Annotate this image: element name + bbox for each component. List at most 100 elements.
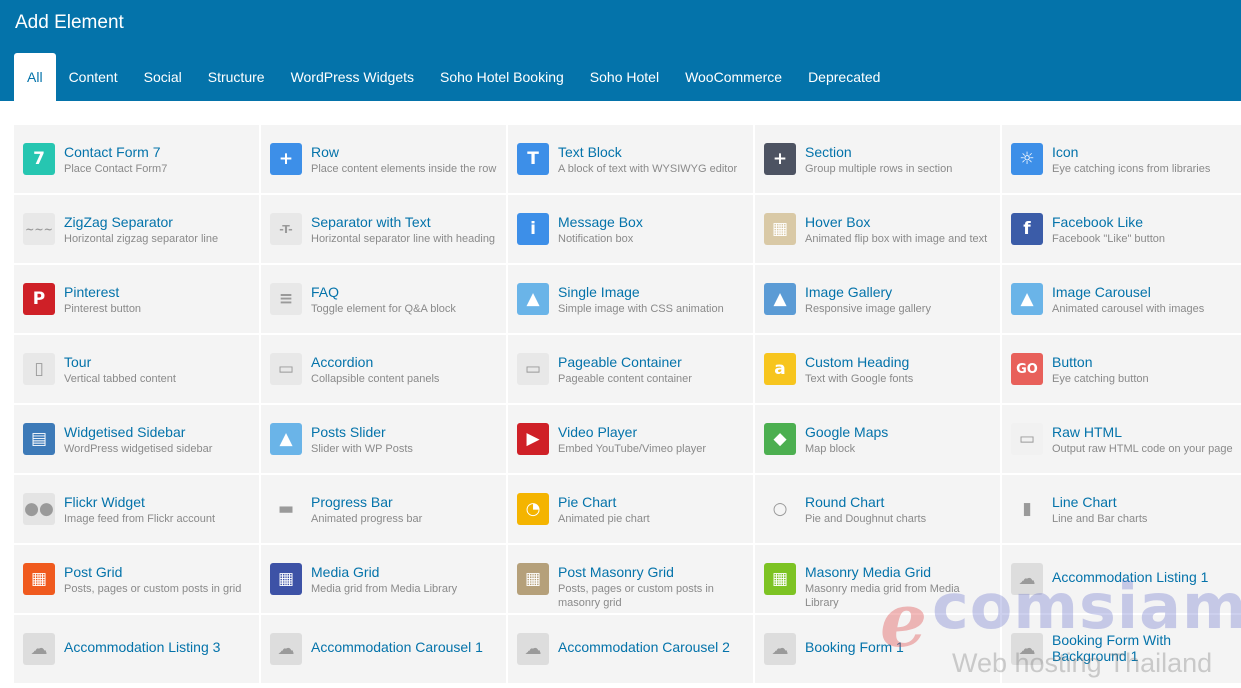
- tab-wordpress-widgets[interactable]: WordPress Widgets: [278, 53, 427, 101]
- element-name: Masonry Media Grid: [805, 564, 932, 580]
- element-video-player[interactable]: ▶ Video Player Embed YouTube/Vimeo player: [508, 405, 753, 473]
- element-description: Posts, pages or custom posts in grid: [64, 583, 242, 595]
- element-name: Round Chart: [805, 494, 885, 510]
- element-media-grid[interactable]: ▦ Media Grid Media grid from Media Library: [261, 545, 506, 613]
- element-widgetised-sidebar[interactable]: ▤ Widgetised Sidebar WordPress widgetised …: [14, 405, 259, 473]
- element-accommodation-carousel-1[interactable]: ☁ Accommodation Carousel 1: [261, 615, 506, 683]
- element-name: Flickr Widget: [64, 494, 145, 510]
- dialog-title: Add Element: [15, 12, 124, 33]
- element-posts-slider[interactable]: ▲ Posts Slider Slider with WP Posts: [261, 405, 506, 473]
- element-name: Section: [805, 144, 852, 160]
- element-text: Message Box Notification box: [558, 214, 749, 246]
- contact-form-icon: 7: [23, 143, 55, 175]
- element-booking-form-1[interactable]: ☁ Booking Form 1: [755, 615, 1000, 683]
- custom-heading-icon: a: [764, 353, 796, 385]
- pinterest-icon: P: [23, 283, 55, 315]
- widgetised-sidebar-icon: ▤: [23, 423, 55, 455]
- element-text: Booking Form 1: [805, 639, 996, 655]
- element-name: Booking Form With Background 1: [1052, 632, 1172, 664]
- element-text-block[interactable]: T Text Block A block of text with WYSIWYG …: [508, 125, 753, 193]
- element-single-image[interactable]: ▲ Single Image Simple image with CSS anima…: [508, 265, 753, 333]
- element-text: Video Player Embed YouTube/Vimeo player: [558, 424, 749, 456]
- post-grid-icon: ▦: [23, 563, 55, 595]
- element-raw-html[interactable]: ▭ Raw HTML Output raw HTML code on your pa…: [1002, 405, 1241, 473]
- cloud-icon: ☁: [270, 633, 302, 665]
- element-accommodation-listing-1[interactable]: ☁ Accommodation Listing 1: [1002, 545, 1241, 613]
- element-pageable-container[interactable]: ▭ Pageable Container Pageable content cont…: [508, 335, 753, 403]
- element-description: Eye catching icons from libraries: [1052, 163, 1211, 175]
- element-name: FAQ: [311, 284, 340, 300]
- element-button[interactable]: GO Button Eye catching button: [1002, 335, 1241, 403]
- element-text: Section Group multiple rows in section: [805, 144, 996, 176]
- element-facebook-like[interactable]: f Facebook Like Facebook "Like" button: [1002, 195, 1241, 263]
- element-icon[interactable]: ☼ Icon Eye catching icons from libraries: [1002, 125, 1241, 193]
- element-description: Output raw HTML code on your page: [1052, 443, 1233, 455]
- element-accordion[interactable]: ▭ Accordion Collapsible content panels: [261, 335, 506, 403]
- element-description: Place Contact Form7: [64, 163, 168, 175]
- element-description: Toggle element for Q&A block: [311, 303, 456, 315]
- tab-woocommerce[interactable]: WooCommerce: [672, 53, 795, 101]
- element-description: Line and Bar charts: [1052, 513, 1148, 525]
- element-accommodation-carousel-2[interactable]: ☁ Accommodation Carousel 2: [508, 615, 753, 683]
- element-post-masonry-grid[interactable]: ▦ Post Masonry Grid Posts, pages or custom…: [508, 545, 753, 613]
- tab-structure[interactable]: Structure: [195, 53, 278, 101]
- element-name: Pageable Container: [558, 354, 682, 370]
- element-text: Accommodation Listing 1: [1052, 569, 1241, 585]
- element-pinterest[interactable]: P Pinterest Pinterest button: [14, 265, 259, 333]
- element-name: Hover Box: [805, 214, 871, 230]
- element-round-chart[interactable]: ○ Round Chart Pie and Doughnut charts: [755, 475, 1000, 543]
- cloud-icon: ☁: [764, 633, 796, 665]
- element-image-gallery[interactable]: ▲ Image Gallery Responsive image gallery: [755, 265, 1000, 333]
- element-masonry-media-grid[interactable]: ▦ Masonry Media Grid Masonry media grid fr…: [755, 545, 1000, 613]
- element-text: Post Masonry Grid Posts, pages or custom …: [558, 564, 749, 610]
- element-name: Pinterest: [64, 284, 120, 300]
- element-description: Horizontal zigzag separator line: [64, 233, 219, 245]
- element-row[interactable]: + Row Place content elements inside the ro…: [261, 125, 506, 193]
- tab-all[interactable]: All: [14, 53, 56, 101]
- element-text: Round Chart Pie and Doughnut charts: [805, 494, 996, 526]
- element-google-maps[interactable]: ◆ Google Maps Map block: [755, 405, 1000, 473]
- element-name: Google Maps: [805, 424, 889, 440]
- element-separator-with-text[interactable]: -T- Separator with Text Horizontal separat…: [261, 195, 506, 263]
- element-description: WordPress widgetised sidebar: [64, 443, 213, 455]
- element-name: Text Block: [558, 144, 622, 160]
- element-line-chart[interactable]: ▮ Line Chart Line and Bar charts: [1002, 475, 1241, 543]
- message-box-icon: i: [517, 213, 549, 245]
- facebook-icon: f: [1011, 213, 1043, 245]
- tab-social[interactable]: Social: [131, 53, 195, 101]
- element-text: ZigZag Separator Horizontal zigzag separa…: [64, 214, 255, 246]
- element-name: Accommodation Listing 3: [64, 639, 221, 655]
- element-image-carousel[interactable]: ▲ Image Carousel Animated carousel with im…: [1002, 265, 1241, 333]
- element-zigzag-separator[interactable]: ~~~ ZigZag Separator Horizontal zigzag sep…: [14, 195, 259, 263]
- element-description: Pinterest button: [64, 303, 142, 315]
- element-message-box[interactable]: i Message Box Notification box: [508, 195, 753, 263]
- tab-content[interactable]: Content: [56, 53, 131, 101]
- element-hover-box[interactable]: ▦ Hover Box Animated flip box with image a…: [755, 195, 1000, 263]
- tab-soho-hotel-booking[interactable]: Soho Hotel Booking: [427, 53, 577, 101]
- element-custom-heading[interactable]: a Custom Heading Text with Google fonts: [755, 335, 1000, 403]
- tab-deprecated[interactable]: Deprecated: [795, 53, 893, 101]
- element-description: Animated progress bar: [311, 513, 423, 525]
- accordion-icon: ▭: [270, 353, 302, 385]
- element-pie-chart[interactable]: ◔ Pie Chart Animated pie chart: [508, 475, 753, 543]
- element-flickr-widget[interactable]: ●● Flickr Widget Image feed from Flickr ac…: [14, 475, 259, 543]
- line-chart-icon: ▮: [1011, 493, 1043, 525]
- image-gallery-icon: ▲: [764, 283, 796, 315]
- tab-soho-hotel[interactable]: Soho Hotel: [577, 53, 672, 101]
- button-icon: GO: [1011, 353, 1043, 385]
- post-masonry-grid-icon: ▦: [517, 563, 549, 595]
- element-text: Post Grid Posts, pages or custom posts in…: [64, 564, 255, 596]
- element-tour[interactable]: ▯ Tour Vertical tabbed content: [14, 335, 259, 403]
- element-section[interactable]: + Section Group multiple rows in section: [755, 125, 1000, 193]
- element-faq[interactable]: ≡ FAQ Toggle element for Q&A block: [261, 265, 506, 333]
- element-text: Pageable Container Pageable content conta…: [558, 354, 749, 386]
- element-accommodation-listing-3[interactable]: ☁ Accommodation Listing 3: [14, 615, 259, 683]
- element-description: Responsive image gallery: [805, 303, 931, 315]
- element-post-grid[interactable]: ▦ Post Grid Posts, pages or custom posts i…: [14, 545, 259, 613]
- posts-slider-icon: ▲: [270, 423, 302, 455]
- element-progress-bar[interactable]: ▬ Progress Bar Animated progress bar: [261, 475, 506, 543]
- element-name: Image Carousel: [1052, 284, 1151, 300]
- element-booking-form-with-background-1[interactable]: ☁ Booking Form With Background 1: [1002, 615, 1241, 683]
- tour-icon: ▯: [23, 353, 55, 385]
- element-contact-form-7[interactable]: 7 Contact Form 7 Place Contact Form7: [14, 125, 259, 193]
